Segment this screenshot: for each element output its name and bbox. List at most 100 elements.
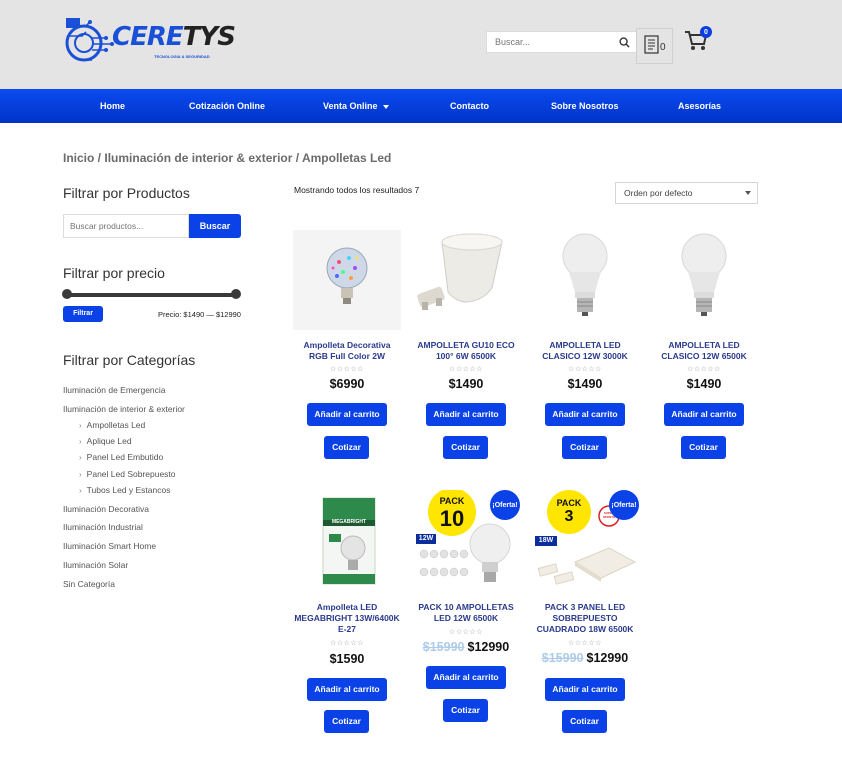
quote-button[interactable]: Cotizar	[324, 710, 369, 733]
product-name[interactable]: Ampolleta Decorativa RGB Full Color 2W	[293, 340, 401, 362]
price-range-label: Precio: $1490 — $12990	[158, 310, 241, 319]
product-card: PACK 3 SUPER OFERTA 18W ¡Oferta! PACK 3 …	[531, 490, 639, 735]
product-card: AMPOLLETA LED CLASICO 12W 6500K ☆☆☆☆☆ $1…	[650, 230, 758, 460]
classic-bulb-image	[650, 230, 758, 330]
chevron-down-icon	[745, 191, 751, 195]
subcategory-link[interactable]: › Panel Led Sobrepuesto	[79, 469, 176, 479]
rating-stars: ☆☆☆☆☆	[330, 366, 364, 373]
product-name[interactable]: PACK 3 PANEL LED SOBREPUESTO CUADRADO 18…	[531, 602, 639, 635]
nav-cotizacion-online[interactable]: Cotización Online	[189, 89, 265, 123]
product-name[interactable]: AMPOLLETA GU10 ECO 100° 6W 6500K	[412, 340, 520, 362]
subcategory-label: Ampolletas Led	[86, 420, 146, 430]
rating-stars: ☆☆☆☆☆	[449, 629, 483, 636]
product-image[interactable]: MEGABRIGHT	[293, 490, 401, 590]
breadcrumb: Inicio / Iluminación de interior & exter…	[63, 151, 391, 165]
product-search-button[interactable]: Buscar	[189, 214, 241, 238]
category-link[interactable]: Iluminación Industrial	[63, 522, 143, 532]
circuit-logo-icon	[65, 18, 114, 62]
product-image[interactable]	[412, 230, 520, 330]
site-header: CERETYS TECNOLOGIA & SEGURIDAD 0 0	[0, 0, 842, 89]
chevron-right-icon: ›	[79, 486, 82, 495]
subcategory-link[interactable]: › Aplique Led	[79, 436, 132, 446]
add-to-cart-button[interactable]: Añadir al carrito	[307, 403, 387, 426]
subcategory-label: Panel Led Embutido	[86, 452, 164, 462]
product-image[interactable]: PACK 10 12W ¡Oferta!	[412, 488, 520, 590]
nav-asesorias[interactable]: Asesorías	[678, 89, 721, 123]
product-image[interactable]	[650, 230, 758, 330]
category-link[interactable]: Iluminación Solar	[63, 560, 128, 570]
logo-text-a: CERE	[112, 22, 184, 52]
filter-products-title: Filtrar por Productos	[63, 185, 190, 201]
pack-label: PACK	[556, 498, 582, 508]
product-price: $1490	[686, 377, 722, 391]
add-to-cart-button[interactable]: Añadir al carrito	[664, 403, 744, 426]
product-price: $12990	[467, 640, 510, 654]
add-to-cart-button[interactable]: Añadir al carrito	[307, 678, 387, 701]
categories-title: Filtrar por Categorías	[63, 352, 196, 368]
chevron-down-icon	[382, 104, 389, 109]
subcategory-link[interactable]: › Tubos Led y Estancos	[79, 485, 170, 495]
sale-badge: ¡Oferta!	[609, 490, 639, 520]
product-card: Ampolleta Decorativa RGB Full Color 2W ☆…	[293, 230, 401, 460]
logo-text-b: TYS	[182, 22, 236, 52]
category-link[interactable]: Iluminación de Emergencia	[63, 385, 166, 395]
quote-button[interactable]: Cotizar	[324, 436, 369, 459]
category-link[interactable]: Sin Categoría	[63, 579, 115, 589]
add-to-cart-button[interactable]: Añadir al carrito	[426, 666, 506, 689]
subcategory-label: Aplique Led	[86, 436, 132, 446]
quote-button[interactable]: Cotizar	[443, 436, 488, 459]
megabright-box-image	[293, 490, 401, 590]
nav-venta-online[interactable]: Venta Online	[323, 89, 389, 123]
filter-price-button[interactable]: Filtrar	[63, 306, 103, 322]
nav-sobre-nosotros[interactable]: Sobre Nosotros	[551, 89, 619, 123]
quote-button[interactable]: Cotizar	[562, 436, 607, 459]
megabright-box-label: MEGABRIGHT	[331, 519, 367, 525]
breadcrumb-category[interactable]: Iluminación de interior & exterior	[104, 151, 292, 165]
product-name[interactable]: AMPOLLETA LED CLASICO 12W 6500K	[650, 340, 758, 362]
subcategory-link[interactable]: › Panel Led Embutido	[79, 452, 163, 462]
product-card: MEGABRIGHT Ampolleta LED MEGABRIGHT 13W/…	[293, 490, 401, 735]
search-button[interactable]	[612, 32, 636, 52]
chevron-right-icon: ›	[79, 453, 82, 462]
product-image[interactable]	[293, 230, 401, 330]
product-image[interactable]	[531, 230, 639, 330]
add-to-cart-button[interactable]: Añadir al carrito	[545, 403, 625, 426]
price-slider-track[interactable]	[66, 293, 237, 297]
sale-badge: ¡Oferta!	[490, 490, 520, 520]
quote-button[interactable]: Cotizar	[562, 710, 607, 733]
product-image[interactable]: PACK 3 SUPER OFERTA 18W ¡Oferta!	[531, 490, 639, 590]
add-to-cart-button[interactable]: Añadir al carrito	[545, 678, 625, 701]
price-slider-min-handle[interactable]	[62, 289, 72, 299]
product-card: PACK 10 12W ¡Oferta! PACK 10 AMPOLLETAS …	[412, 488, 520, 735]
add-to-cart-button[interactable]: Añadir al carrito	[426, 403, 506, 426]
quote-button[interactable]: Cotizar	[681, 436, 726, 459]
nav-contacto[interactable]: Contacto	[450, 89, 489, 123]
price-slider-max-handle[interactable]	[231, 289, 241, 299]
product-name[interactable]: PACK 10 AMPOLLETAS LED 12W 6500K	[412, 602, 520, 624]
product-search-input[interactable]	[63, 214, 189, 238]
category-link[interactable]: Iluminación Smart Home	[63, 541, 156, 551]
rgb-bulb-image	[293, 230, 401, 330]
quote-list-button[interactable]	[636, 28, 673, 64]
category-link[interactable]: Iluminación Decorativa	[63, 504, 149, 514]
site-logo[interactable]: CERETYS TECNOLOGIA & SEGURIDAD	[62, 16, 236, 68]
header-search	[486, 31, 637, 53]
category-link[interactable]: Iluminación de interior & exterior	[63, 404, 185, 414]
rating-stars: ☆☆☆☆☆	[330, 640, 364, 647]
quote-list-icon	[644, 35, 659, 54]
chevron-right-icon: ›	[79, 421, 82, 430]
product-card: AMPOLLETA GU10 ECO 100° 6W 6500K ☆☆☆☆☆ $…	[412, 230, 520, 460]
search-icon	[618, 36, 630, 48]
product-name[interactable]: AMPOLLETA LED CLASICO 12W 3000K	[531, 340, 639, 362]
subcategory-link[interactable]: › Ampolletas Led	[79, 420, 145, 430]
search-input[interactable]	[487, 32, 613, 52]
product-name[interactable]: Ampolleta LED MEGABRIGHT 13W/6400K E-27	[293, 602, 401, 635]
orderby-select[interactable]: Orden por defecto	[615, 182, 758, 204]
breadcrumb-home[interactable]: Inicio	[63, 151, 94, 165]
chevron-right-icon: ›	[79, 470, 82, 479]
orderby-value: Orden por defecto	[624, 188, 693, 198]
product-price-block: $15990 $12990	[531, 651, 639, 665]
nav-home[interactable]: Home	[100, 89, 125, 123]
quote-button[interactable]: Cotizar	[443, 699, 488, 722]
product-card: AMPOLLETA LED CLASICO 12W 3000K ☆☆☆☆☆ $1…	[531, 230, 639, 460]
